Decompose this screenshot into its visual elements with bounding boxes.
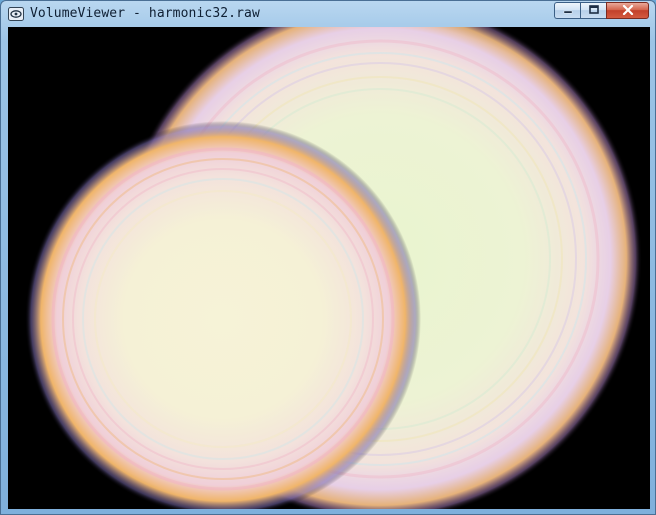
app-window: VolumeViewer - harmonic32.raw: [0, 0, 656, 515]
volume-viewer-app-icon[interactable]: [8, 7, 24, 21]
close-icon: [622, 2, 634, 20]
maximize-icon: [588, 2, 600, 20]
volume-render-viewport[interactable]: [8, 27, 650, 509]
title-bar[interactable]: VolumeViewer - harmonic32.raw: [1, 1, 655, 27]
window-controls: [554, 2, 649, 19]
minimize-icon: [562, 2, 574, 20]
close-button[interactable]: [606, 2, 649, 19]
maximize-button[interactable]: [580, 2, 606, 19]
volume-render-canvas: [8, 27, 650, 509]
window-title: VolumeViewer - harmonic32.raw: [30, 6, 260, 21]
minimize-button[interactable]: [554, 2, 580, 19]
